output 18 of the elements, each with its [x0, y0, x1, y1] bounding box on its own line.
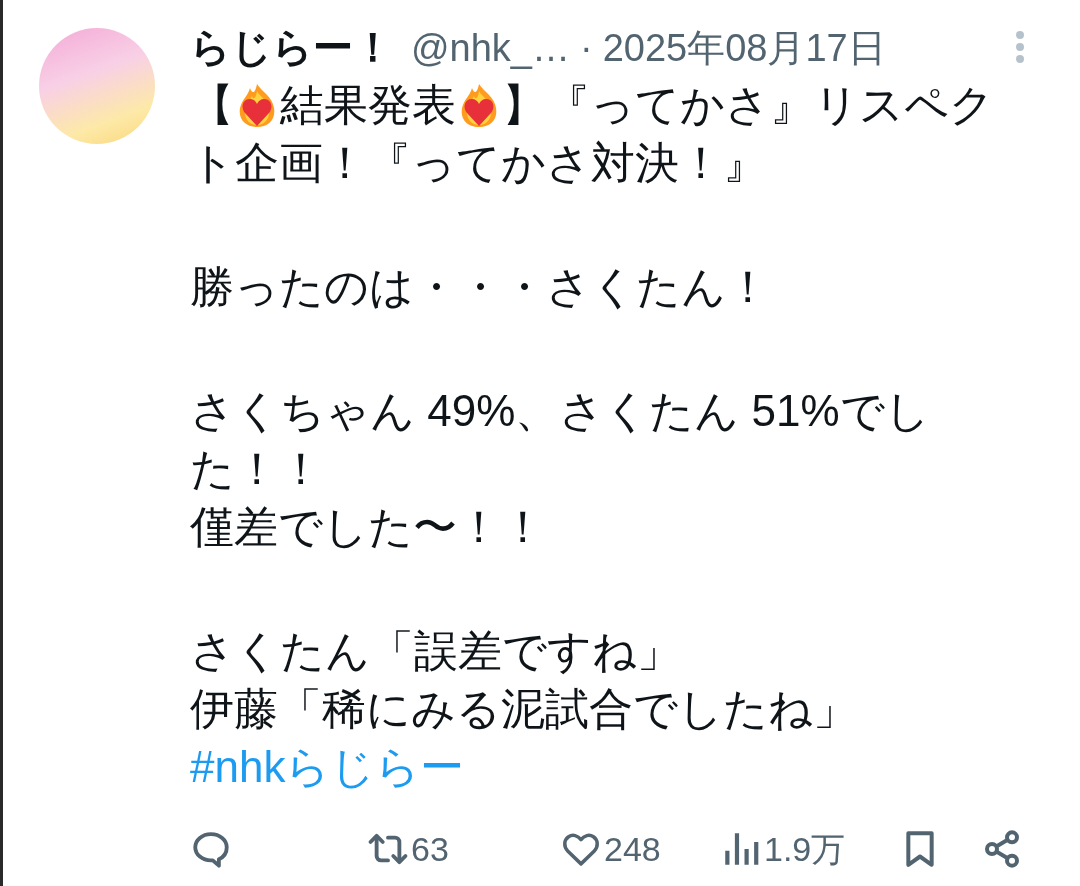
views-button[interactable]: 1.9万: [720, 828, 846, 870]
separator-dot: ·: [580, 25, 593, 71]
post-text: さくたん「誤差ですね」 伊藤「稀にみる泥試合でしたね」: [190, 625, 857, 735]
repost-button[interactable]: 63: [367, 828, 449, 870]
user-handle[interactable]: @nhk_…: [411, 22, 570, 73]
display-name[interactable]: らじらー！: [190, 21, 393, 72]
post-text: 【: [190, 79, 234, 131]
post-text: 勝ったのは・・・さくたん！: [190, 261, 770, 313]
share-icon: [982, 829, 1022, 869]
post-text: 】『ってかさ』リスペク: [502, 79, 994, 131]
post-text: 結果発表: [280, 79, 456, 131]
fire-heart-icon: [459, 83, 499, 127]
share-button[interactable]: [982, 829, 1022, 869]
post-text: ト企画！『ってかさ対決！』: [190, 137, 767, 189]
like-button[interactable]: 248: [560, 828, 661, 870]
post-text: さくちゃん 49%、さくたん 51%でし た！！ 僅差でした〜！！: [190, 385, 930, 553]
fire-heart-icon: [237, 83, 277, 127]
post-date[interactable]: 2025年08月17日: [602, 22, 886, 73]
